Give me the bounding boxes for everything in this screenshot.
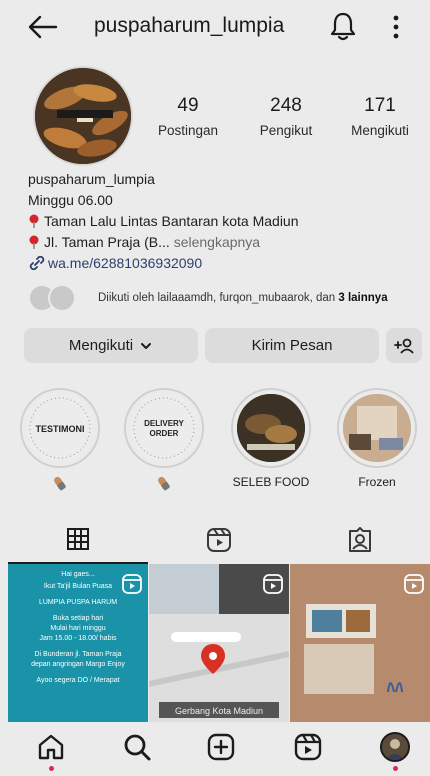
following-button[interactable]: Mengikuti bbox=[24, 328, 198, 363]
post-text-line: Jam 15.00 - 18.00/ habis bbox=[39, 635, 117, 642]
posts-grid: Hai gaes... Ikut Ta'jil Bulan Puasa LUMP… bbox=[8, 564, 430, 724]
tab-posts[interactable] bbox=[8, 516, 148, 564]
top-bar: puspaharum_lumpia bbox=[8, 0, 430, 56]
followed-by-text: Diikuti oleh lailaaamdh, furqon_mubaarok… bbox=[98, 292, 388, 304]
add-post-icon[interactable] bbox=[206, 732, 236, 762]
post-tile-3[interactable] bbox=[290, 564, 430, 724]
following-button-label: Mengikuti bbox=[68, 337, 134, 354]
post-text-line: LUMPIA PUSPA HARUM bbox=[38, 599, 118, 606]
highlight-label: Frozen bbox=[358, 475, 396, 489]
stat-following[interactable]: 171 Mengikuti bbox=[340, 95, 420, 138]
post-text-line: depan angringan Margo Enjoy bbox=[31, 661, 125, 668]
highlight-cover-text: TESTIMONI bbox=[36, 424, 85, 434]
stat-posts-value: 49 bbox=[177, 95, 199, 116]
see-more-link[interactable]: selengkapnya bbox=[174, 234, 260, 250]
tab-tagged[interactable] bbox=[290, 516, 430, 564]
bio-location-2: Jl. Taman Praja (B... selengkapnya bbox=[28, 232, 423, 253]
stat-followers[interactable]: 248 Pengikut bbox=[246, 95, 326, 138]
search-icon[interactable] bbox=[122, 732, 152, 762]
followed-by-row[interactable]: Diikuti oleh lailaaamdh, furqon_mubaarok… bbox=[28, 284, 428, 314]
highlight-ring bbox=[231, 388, 311, 468]
bio-location-1-text: Taman Lalu Lintas Bantaran kota Madiun bbox=[44, 213, 299, 229]
post-text-line: Ayoo segera DO / Merapat bbox=[36, 677, 120, 684]
link-icon bbox=[29, 255, 45, 271]
stat-followers-value: 248 bbox=[270, 95, 302, 116]
reels-icon bbox=[207, 528, 231, 552]
profile-bio: puspaharum_lumpia Minggu 06.00 Taman Lal… bbox=[28, 169, 423, 274]
highlight-ring bbox=[337, 388, 417, 468]
post-text-line: Di Bunderan jl. Taman Praja bbox=[34, 651, 122, 658]
post-caption: Gerbang Kota Madiun bbox=[175, 706, 263, 716]
bio-hours: Minggu 06.00 bbox=[28, 192, 113, 208]
bio-link-row[interactable]: wa.me/62881036932090 bbox=[28, 253, 423, 274]
pin-icon bbox=[29, 235, 39, 249]
stat-followers-label: Pengikut bbox=[259, 123, 313, 138]
profile-notification-dot bbox=[393, 766, 398, 771]
stat-posts-label: Postingan bbox=[157, 123, 219, 138]
follower-avatar-2 bbox=[48, 284, 76, 312]
highlight-testimoni[interactable]: TESTIMONI bbox=[18, 388, 102, 497]
reels-nav-icon[interactable] bbox=[293, 732, 323, 762]
svg-text:ORDER: ORDER bbox=[150, 429, 179, 438]
highlight-cover bbox=[343, 394, 411, 462]
profile-screen: puspaharum_lumpia 49 Postingan 248 Pengi… bbox=[8, 0, 430, 776]
tab-reels[interactable] bbox=[149, 516, 289, 564]
tagged-icon bbox=[349, 527, 371, 552]
pin-icon bbox=[29, 214, 39, 228]
pill-emoji-icon bbox=[158, 476, 170, 491]
suggest-people-button[interactable] bbox=[386, 328, 422, 363]
profile-avatar-icon[interactable] bbox=[380, 732, 410, 762]
post-text-line: Mulai hari minggu bbox=[50, 625, 106, 632]
back-arrow-icon[interactable] bbox=[26, 10, 60, 44]
post-tile-1[interactable]: Hai gaes... Ikut Ta'jil Bulan Puasa LUMP… bbox=[8, 564, 148, 724]
grid-icon bbox=[67, 528, 89, 550]
profile-tabs bbox=[8, 516, 430, 564]
lumpia-photo bbox=[35, 68, 131, 164]
bio-location-2-text: Jl. Taman Praja (B... bbox=[44, 234, 170, 250]
post-text-line: Buka setiap hari bbox=[52, 615, 104, 622]
chevron-down-icon bbox=[141, 342, 152, 349]
message-button-label: Kirim Pesan bbox=[251, 337, 333, 354]
pill-emoji-icon bbox=[54, 476, 66, 491]
add-person-icon bbox=[394, 338, 414, 354]
highlight-delivery-order[interactable]: DELIVERY ORDER bbox=[122, 388, 206, 497]
highlight-cover: DELIVERY ORDER bbox=[133, 397, 195, 459]
bio-name: puspaharum_lumpia bbox=[28, 171, 155, 187]
stat-following-value: 171 bbox=[364, 95, 396, 116]
svg-text:DELIVERY: DELIVERY bbox=[144, 419, 184, 428]
highlight-ring: DELIVERY ORDER bbox=[124, 388, 204, 468]
post-tile-2[interactable]: Gerbang Kota Madiun bbox=[149, 564, 289, 724]
home-notification-dot bbox=[49, 766, 54, 771]
home-icon[interactable] bbox=[36, 732, 66, 762]
bottom-navigation bbox=[8, 722, 430, 776]
bio-link[interactable]: wa.me/62881036932090 bbox=[48, 255, 202, 271]
bell-icon[interactable] bbox=[328, 10, 358, 42]
reels-badge-icon bbox=[122, 574, 142, 594]
highlight-seleb-food[interactable]: SELEB FOOD bbox=[229, 388, 313, 489]
profile-avatar[interactable] bbox=[33, 66, 133, 166]
highlight-label: SELEB FOOD bbox=[232, 475, 310, 489]
reels-badge-icon bbox=[404, 574, 424, 594]
more-vertical-icon[interactable] bbox=[386, 12, 406, 42]
message-button[interactable]: Kirim Pesan bbox=[205, 328, 379, 363]
reels-badge-icon bbox=[263, 574, 283, 594]
highlight-cover: TESTIMONI bbox=[29, 397, 91, 459]
stat-following-label: Mengikuti bbox=[351, 123, 409, 138]
highlight-ring: TESTIMONI bbox=[20, 388, 100, 468]
bio-location-1: Taman Lalu Lintas Bantaran kota Madiun bbox=[28, 211, 423, 232]
stat-posts[interactable]: 49 Postingan bbox=[148, 95, 228, 138]
highlight-frozen[interactable]: Frozen bbox=[335, 388, 419, 489]
highlight-cover bbox=[237, 394, 305, 462]
profile-username-title: puspaharum_lumpia bbox=[94, 14, 285, 37]
